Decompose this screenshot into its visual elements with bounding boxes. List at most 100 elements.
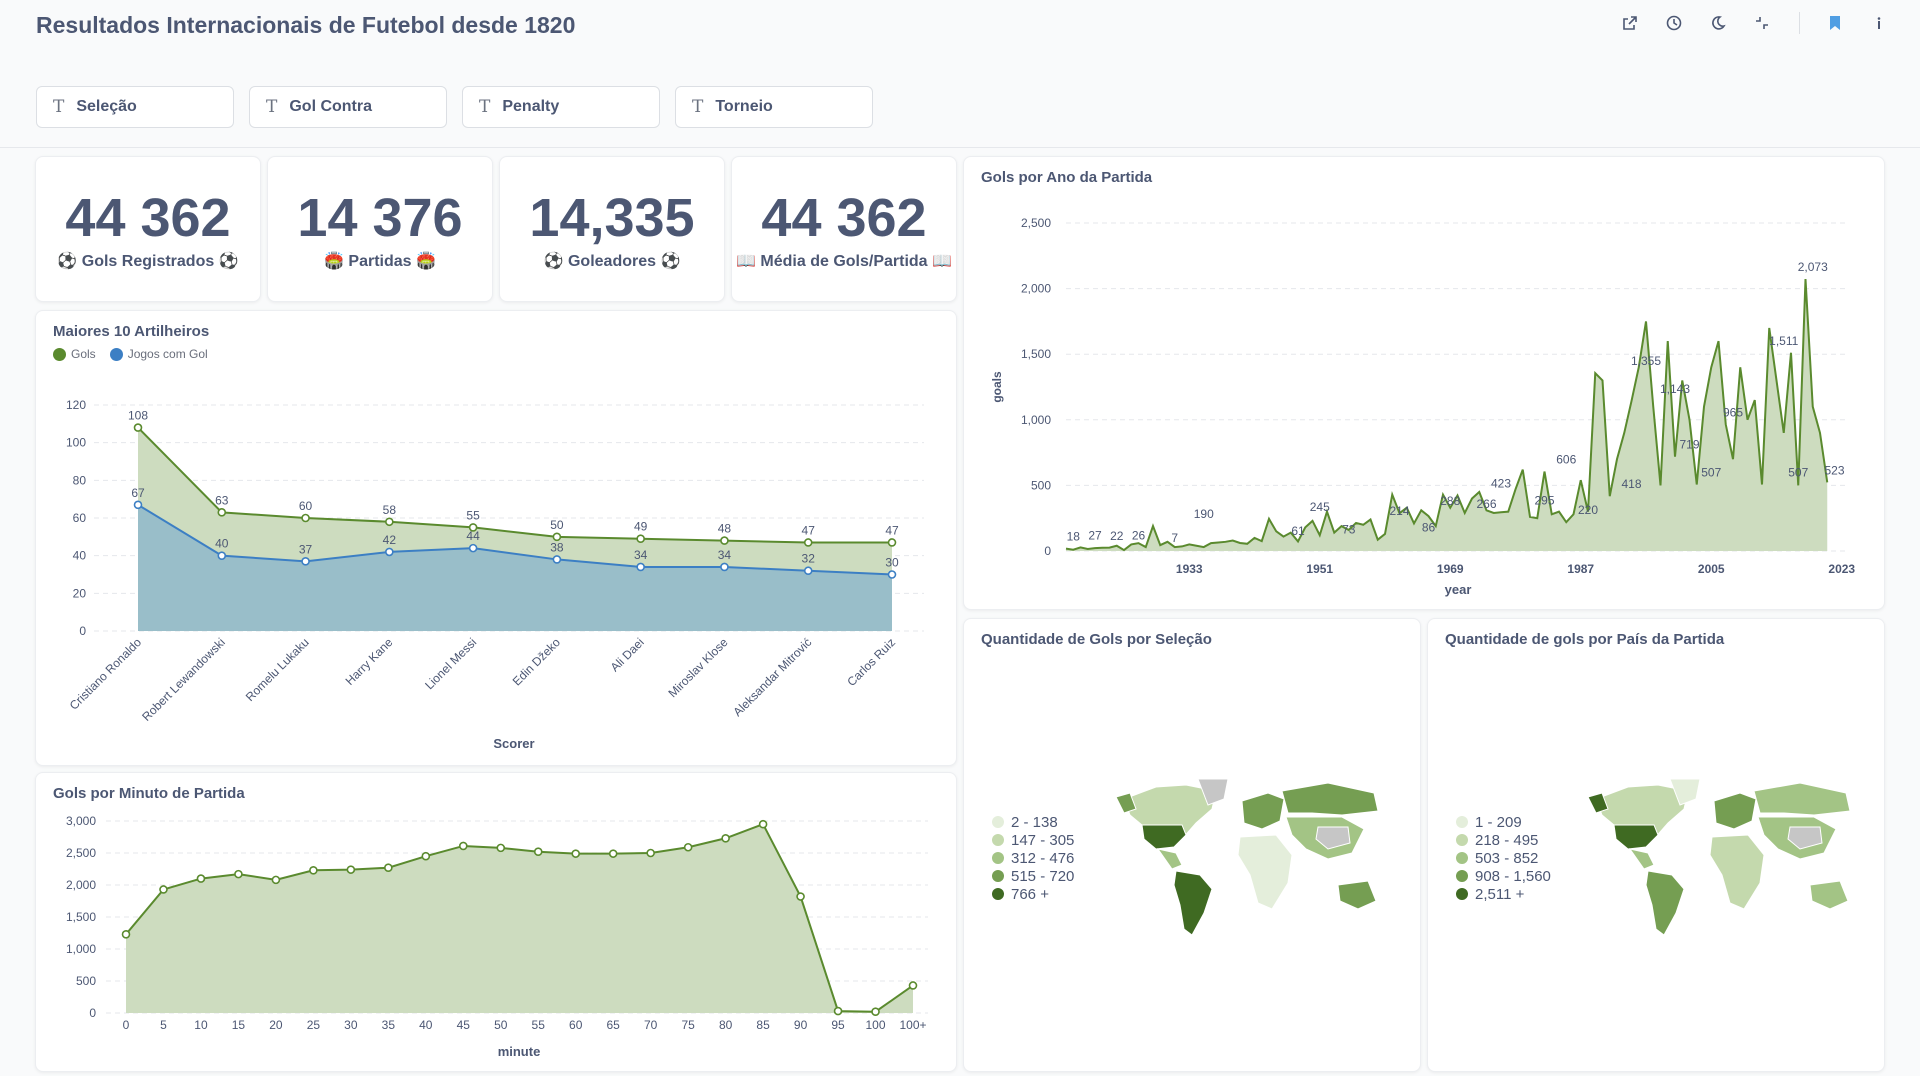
kpi-card-goals[interactable]: 44 362 ⚽ Gols Registrados ⚽ [35, 156, 261, 302]
data-label: 507 [1788, 465, 1808, 479]
data-point [683, 842, 693, 852]
map-card-country[interactable]: Quantidade de gols por País da Partida 1… [1427, 618, 1885, 1072]
data-point [271, 875, 281, 885]
x-tick-label: 50 [494, 1018, 508, 1032]
data-label: 34 [634, 548, 648, 562]
world-map-country[interactable] [1428, 619, 1886, 1073]
kpi-label: 📖 Média de Gols/Partida 📖 [736, 253, 952, 270]
x-tick-label: 2023 [1828, 562, 1855, 576]
filter-torneio[interactable]: T Torneio [675, 86, 873, 128]
goals-by-minute-card[interactable]: Gols por Minuto de Partida 0 500 1,000 1,50… [35, 772, 957, 1072]
data-label: 48 [718, 522, 732, 536]
y-tick-label: 500 [1031, 478, 1051, 492]
x-tick-label: 100 [866, 1018, 886, 1032]
night-mode-icon[interactable] [1703, 10, 1733, 36]
text-filter-icon: T [53, 97, 65, 117]
y-tick-label: 0 [1044, 544, 1051, 558]
y-tick-label: 3,000 [66, 814, 96, 828]
x-tick-label: 45 [457, 1018, 471, 1032]
kpi-card-scorers[interactable]: 14,335 ⚽ Goleadores ⚽ [499, 156, 725, 302]
map-region-australia [1337, 880, 1377, 910]
exit-fullscreen-icon[interactable] [1747, 10, 1777, 36]
data-point [720, 562, 729, 572]
data-label: 507 [1701, 465, 1721, 479]
x-tick-label: 5 [160, 1018, 167, 1032]
page-title: Resultados Internacionais de Futebol des… [36, 12, 576, 38]
data-point [384, 863, 393, 873]
data-point [159, 885, 168, 894]
x-tick-label: 75 [681, 1018, 695, 1032]
x-tick-label: Harry Kane [343, 635, 396, 688]
data-point [217, 551, 227, 560]
data-label: 34 [718, 548, 732, 562]
data-label: 719 [1679, 438, 1699, 452]
y-tick-label: 60 [73, 511, 87, 525]
data-label: 220 [1578, 503, 1598, 517]
filter-selecao[interactable]: T Seleção [36, 86, 234, 128]
x-tick-label: Carlos Ruiz [844, 635, 898, 689]
data-label: 47 [885, 523, 899, 537]
y-tick-label: 2,500 [1021, 216, 1051, 230]
x-tick-label: 100+ [899, 1018, 926, 1032]
x-tick-label: 85 [756, 1018, 770, 1032]
x-tick-label: 55 [532, 1018, 546, 1032]
bookmark-icon[interactable] [1820, 10, 1850, 36]
goals-by-year-card[interactable]: Gols por Ano da Partida 0 500 1,000 1,500 2,… [963, 156, 1885, 610]
data-point [720, 536, 729, 545]
kpi-card-matches[interactable]: 14 376 🏟️ Partidas 🏟️ [267, 156, 493, 302]
data-label: 18 [1067, 530, 1081, 544]
x-tick-label: 1969 [1437, 562, 1464, 576]
history-icon[interactable] [1659, 10, 1689, 36]
x-tick-label: 1951 [1306, 562, 1333, 576]
world-map-team[interactable] [964, 619, 1422, 1073]
x-tick-label: Cristiano Ronaldo [67, 635, 145, 713]
x-tick-label: 1987 [1567, 562, 1594, 576]
y-tick-label: 1,000 [1021, 413, 1051, 427]
data-label: 27 [1088, 528, 1102, 542]
kpi-value: 44 362 [65, 188, 231, 248]
map-region-russia [1753, 782, 1851, 816]
data-label: 47 [802, 523, 816, 537]
data-label: 288 [1440, 494, 1460, 508]
y-tick-label: 1,500 [1021, 347, 1051, 361]
filter-penalty[interactable]: T Penalty [462, 86, 660, 128]
x-tick-label: 30 [344, 1018, 358, 1032]
data-label: 61 [1291, 524, 1305, 538]
data-point [646, 848, 655, 858]
y-tick-label: 20 [73, 586, 87, 600]
map-card-team[interactable]: Quantidade de Gols por Seleção 2 - 138 1… [963, 618, 1421, 1072]
top-scorers-chart: 0 20 40 60 80 100 120 108 63 60 58 55 50 49 48 47 47 67 40… [66, 398, 924, 751]
kpi-value: 44 362 [761, 188, 927, 248]
x-tick-label: 90 [794, 1018, 808, 1032]
data-label: 2,073 [1798, 260, 1828, 274]
info-icon[interactable] [1864, 10, 1894, 36]
data-label: 60 [299, 499, 313, 513]
kpi-label: 🏟️ Partidas 🏟️ [324, 253, 436, 270]
map-region-russia [1281, 782, 1379, 816]
data-point [133, 423, 143, 432]
data-label: 266 [1476, 497, 1496, 511]
data-label: 26 [1132, 529, 1146, 543]
kpi-value: 14,335 [529, 188, 695, 248]
top-scorers-card[interactable]: Maiores 10 Artilheiros Gols Jogos com Go… [35, 310, 957, 766]
data-point [385, 517, 394, 527]
share-icon[interactable] [1615, 10, 1645, 36]
data-point [217, 508, 227, 517]
data-label: 58 [383, 503, 397, 517]
filter-gol-contra[interactable]: T Gol Contra [249, 86, 447, 128]
x-tick-label: 70 [644, 1018, 658, 1032]
filter-bar: T Seleção T Gol Contra T Penalty T Torneio [36, 86, 888, 128]
y-tick-label: 120 [66, 398, 86, 412]
kpi-card-average[interactable]: 44 362 📖 Média de Gols/Partida 📖 [731, 156, 957, 302]
x-tick-label: 1933 [1176, 562, 1203, 576]
x-tick-label: 60 [569, 1018, 583, 1032]
x-tick-label: Ali Daei [608, 635, 647, 674]
x-tick-label: 20 [269, 1018, 283, 1032]
data-label: 418 [1621, 477, 1641, 491]
x-tick-label: Romelu Lukaku [243, 635, 312, 704]
data-label: 1,355 [1631, 354, 1661, 368]
data-point [533, 847, 543, 857]
data-point [887, 570, 897, 579]
data-label: 22 [1110, 529, 1124, 543]
map-region-south-america [1173, 870, 1213, 936]
